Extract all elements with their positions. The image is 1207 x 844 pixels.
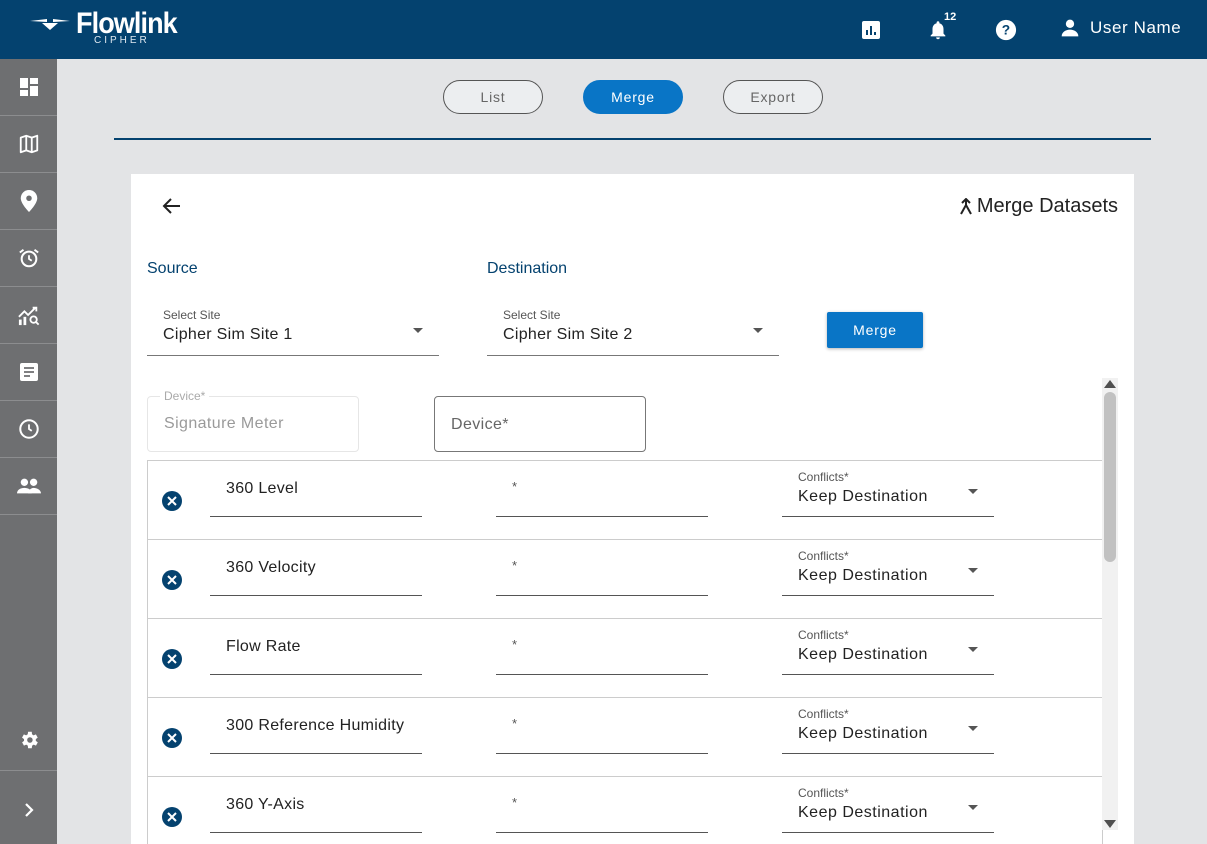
destination-channel-field[interactable]: * [496, 698, 708, 754]
user-name: User Name [1090, 18, 1182, 37]
remove-row-icon[interactable] [162, 728, 182, 748]
user-avatar-icon [1061, 19, 1079, 37]
scroll-down-arrow-icon[interactable] [1104, 820, 1116, 828]
location-pin-icon [20, 190, 37, 212]
top-bar: Flowlink CIPHER 12 ? User Name [0, 0, 1207, 59]
source-device-label: Device* [160, 389, 210, 403]
destination-device-input[interactable]: Device* [434, 396, 646, 452]
tabs-divider [114, 138, 1151, 140]
sidebar-divider [0, 770, 57, 771]
conflicts-select[interactable]: Conflicts* Keep Destination [782, 698, 994, 754]
chevron-down-icon [753, 328, 763, 333]
merge-icon [959, 197, 972, 214]
destination-site-value: Cipher Sim Site 2 [503, 326, 633, 343]
card-title-text: Merge Datasets [976, 195, 1118, 217]
analytics-icon [17, 306, 39, 326]
merge-card: Merge Datasets Source Destination Select… [131, 174, 1134, 844]
reports-icon[interactable] [859, 18, 883, 42]
source-device-value: Signature Meter [164, 415, 284, 432]
settings-gear-icon [21, 731, 38, 748]
chevron-down-icon [968, 568, 978, 573]
destination-channel-field[interactable]: * [496, 619, 708, 675]
chevron-down-icon [968, 805, 978, 810]
channel-name-field[interactable]: 360 Velocity [210, 540, 422, 596]
svg-text:?: ? [1002, 23, 1010, 38]
source-site-select[interactable]: Select Site Cipher Sim Site 1 [147, 308, 439, 356]
channel-name-field[interactable]: 360 Level [210, 461, 422, 517]
sidebar-item-history[interactable] [0, 401, 57, 458]
source-label: Source [147, 260, 198, 277]
source-site-value: Cipher Sim Site 1 [163, 326, 293, 343]
destination-channel-field[interactable]: * [496, 540, 708, 596]
sidebar-item-locations[interactable] [0, 173, 57, 230]
scroll-up-arrow-icon[interactable] [1104, 380, 1116, 388]
history-clock-icon [18, 419, 39, 439]
table-row: 360 Y-Axis * Conflicts* Keep Destination [148, 777, 1102, 844]
destination-channel-field[interactable]: * [496, 777, 708, 833]
merge-button[interactable]: Merge [827, 312, 923, 348]
conflicts-select[interactable]: Conflicts* Keep Destination [782, 777, 994, 833]
sidebar-item-dashboard[interactable] [0, 59, 57, 116]
sidebar [0, 59, 57, 844]
table-row: 300 Reference Humidity * Conflicts* Keep… [148, 698, 1102, 777]
chevron-down-icon [413, 328, 423, 333]
source-site-label: Select Site [163, 308, 221, 322]
destination-site-select[interactable]: Select Site Cipher Sim Site 2 [487, 308, 779, 356]
alarm-clock-icon [18, 248, 39, 268]
remove-row-icon[interactable] [162, 807, 182, 827]
chevron-down-icon [968, 726, 978, 731]
brand-subtitle: CIPHER [94, 35, 150, 46]
table-row: Flow Rate * Conflicts* Keep Destination [148, 619, 1102, 698]
remove-row-icon[interactable] [162, 491, 182, 511]
conflicts-select[interactable]: Conflicts* Keep Destination [782, 619, 994, 675]
tab-merge[interactable]: Merge [583, 80, 683, 114]
chevron-down-icon [968, 489, 978, 494]
card-title: Merge Datasets [959, 195, 1118, 218]
channel-rows: 360 Level * Conflicts* Keep Destination … [147, 460, 1103, 844]
sidebar-expand-button[interactable] [0, 781, 57, 838]
source-device-field: Device* Signature Meter [147, 389, 359, 452]
sidebar-item-alarms[interactable] [0, 230, 57, 287]
conflicts-select[interactable]: Conflicts* Keep Destination [782, 540, 994, 596]
sidebar-item-users[interactable] [0, 458, 57, 515]
destination-channel-field[interactable]: * [496, 461, 708, 517]
destination-device-placeholder: Device* [451, 416, 509, 433]
tab-export[interactable]: Export [723, 80, 823, 114]
brand-logo[interactable]: Flowlink CIPHER [30, 8, 188, 50]
sidebar-item-reports[interactable] [0, 344, 57, 401]
help-icon[interactable]: ? [994, 18, 1018, 42]
destination-site-label: Select Site [503, 308, 561, 322]
destination-label: Destination [487, 260, 568, 277]
report-icon [19, 363, 38, 381]
dashboard-icon [19, 78, 38, 96]
channel-name-field[interactable]: 300 Reference Humidity [210, 698, 422, 754]
chevron-down-icon [968, 647, 978, 652]
channel-name-field[interactable]: Flow Rate [210, 619, 422, 675]
table-row: 360 Velocity * Conflicts* Keep Destinati… [148, 540, 1102, 619]
user-menu[interactable]: User Name [1060, 18, 1181, 38]
back-button[interactable] [160, 194, 184, 218]
sidebar-item-settings[interactable] [0, 711, 57, 768]
users-icon [16, 478, 41, 494]
tab-list[interactable]: List [443, 80, 543, 114]
expand-chevron-icon [24, 802, 34, 817]
notification-count-badge: 12 [944, 11, 957, 23]
sidebar-item-map[interactable] [0, 116, 57, 173]
table-row: 360 Level * Conflicts* Keep Destination [148, 461, 1102, 540]
rows-scrollbar[interactable] [1102, 378, 1118, 830]
scroll-thumb[interactable] [1104, 392, 1116, 562]
channel-name-field[interactable]: 360 Y-Axis [210, 777, 422, 833]
map-icon [19, 134, 38, 154]
remove-row-icon[interactable] [162, 649, 182, 669]
flowlink-logo-icon [30, 19, 70, 30]
conflicts-select[interactable]: Conflicts* Keep Destination [782, 461, 994, 517]
remove-row-icon[interactable] [162, 570, 182, 590]
back-arrow-icon [162, 198, 180, 214]
sidebar-item-analytics[interactable] [0, 287, 57, 344]
